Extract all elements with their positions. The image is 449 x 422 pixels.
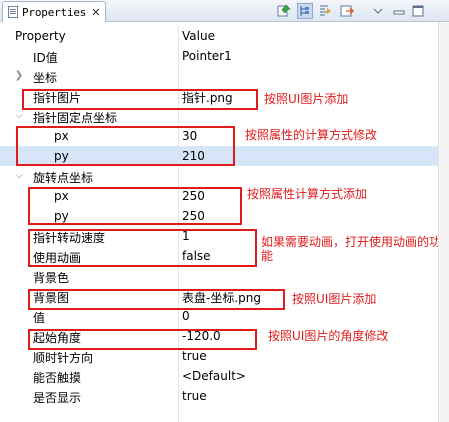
property-row[interactable]: 能否触摸 <Default> <box>0 366 438 386</box>
annotation-note: 如果需要动画，打开使用动画的功能 <box>261 235 442 263</box>
chevron-down-icon[interactable]: ⌵ <box>14 110 24 122</box>
property-name: 背景色 <box>33 271 70 285</box>
property-value[interactable]: true <box>182 349 207 363</box>
properties-table-header: Property Value <box>0 26 438 46</box>
close-icon[interactable]: ✕ <box>91 6 100 19</box>
property-name: 指针固定点坐标 <box>33 111 118 125</box>
property-group-row[interactable]: ❯ 坐标 <box>0 66 438 86</box>
view-tab-bar: Properties ✕ <box>0 0 449 22</box>
categories-icon[interactable] <box>297 3 313 19</box>
annotation-note: 按照UI图片添加 <box>264 92 349 106</box>
pin-icon[interactable] <box>276 3 292 19</box>
annotation-box <box>22 89 258 110</box>
minimize-icon[interactable] <box>391 3 407 19</box>
tab-properties[interactable]: Properties ✕ <box>2 1 106 22</box>
annotation-box <box>28 187 242 225</box>
filter-icon[interactable] <box>317 3 333 19</box>
annotation-note: 按照属性计算方式添加 <box>247 187 368 201</box>
property-name: 顺时针方向 <box>33 351 94 365</box>
property-value[interactable]: <Default> <box>182 369 246 383</box>
property-group-row[interactable]: ⌵ 旋转点坐标 <box>0 166 438 186</box>
property-name: 能否触摸 <box>33 371 82 385</box>
annotation-note: 按照属性的计算方式修改 <box>245 128 378 142</box>
annotation-note: 按照UI图片的角度修改 <box>268 329 389 343</box>
chevron-right-icon[interactable]: ❯ <box>14 70 24 82</box>
maximize-icon[interactable] <box>410 3 426 19</box>
property-value[interactable]: Pointer1 <box>182 49 232 63</box>
column-header-property[interactable]: Property <box>15 29 66 43</box>
property-row[interactable]: ID值 Pointer1 <box>0 46 438 66</box>
property-name: 值 <box>33 311 46 325</box>
property-name: ID值 <box>33 51 58 65</box>
property-name: 是否显示 <box>33 391 82 405</box>
property-value[interactable]: 0 <box>182 309 190 323</box>
annotation-box <box>28 229 257 267</box>
chevron-down-icon[interactable]: ⌵ <box>14 170 24 182</box>
property-name: 坐标 <box>33 71 58 85</box>
restore-icon[interactable] <box>339 3 355 19</box>
view-menu-icon[interactable] <box>370 3 386 19</box>
column-header-value[interactable]: Value <box>182 29 215 43</box>
annotation-note: 按照UI图片添加 <box>292 292 377 306</box>
annotation-box <box>28 329 257 350</box>
annotation-box <box>28 289 285 310</box>
properties-icon <box>8 6 18 18</box>
vertical-scrollbar[interactable] <box>438 22 449 422</box>
property-row[interactable]: 背景色 <box>0 266 438 286</box>
property-row[interactable]: 是否显示 true <box>0 386 438 406</box>
property-name: 旋转点坐标 <box>33 171 94 185</box>
property-value[interactable]: true <box>182 389 207 403</box>
tab-label: Properties <box>22 5 87 19</box>
annotation-box <box>16 126 235 166</box>
